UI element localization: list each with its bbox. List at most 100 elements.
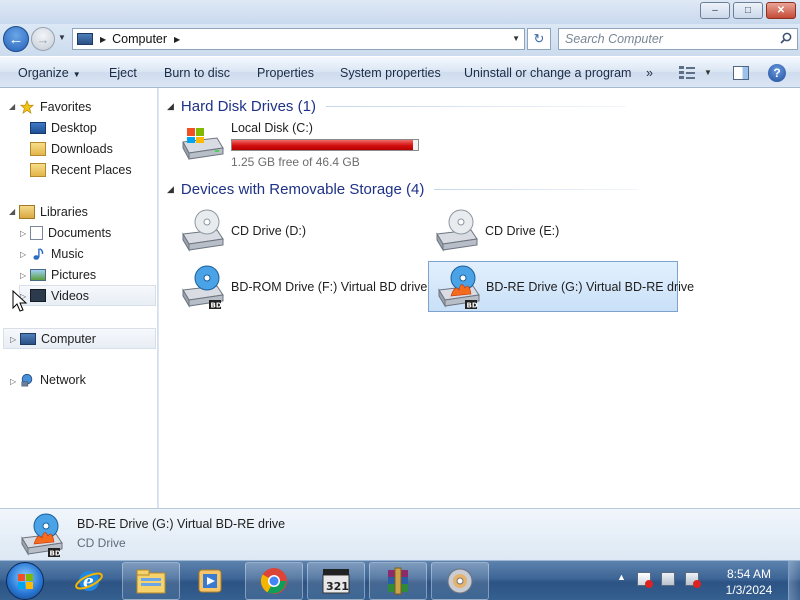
more-commands-button[interactable]: » xyxy=(646,66,653,80)
nav-music[interactable]: Music xyxy=(30,244,84,264)
group-divider xyxy=(325,106,626,107)
uninstall-program-button[interactable]: Uninstall or change a program xyxy=(464,66,631,80)
breadcrumb-computer[interactable]: Computer xyxy=(112,32,167,46)
address-bar[interactable]: ▶ Computer ▶ ▼ xyxy=(72,28,525,50)
details-pane: BD BD-RE Drive (G:) Virtual BD-RE drive … xyxy=(0,508,800,560)
taskbar: e 321 ▲ 8:54 AM 1/3/2024 xyxy=(0,560,800,600)
organize-label: Organize xyxy=(18,66,69,80)
collapse-arrow-icon: ◢ xyxy=(167,184,174,194)
nav-label: Downloads xyxy=(51,142,113,156)
burn-to-disc-button[interactable]: Burn to disc xyxy=(164,66,230,80)
eject-button[interactable]: Eject xyxy=(109,66,137,80)
volume-muted-icon[interactable] xyxy=(685,572,701,588)
chevron-down-icon: ▼ xyxy=(72,70,81,79)
breadcrumb-arrow-icon[interactable]: ▶ xyxy=(174,35,180,44)
clock[interactable]: 8:54 AM 1/3/2024 xyxy=(718,566,780,598)
group-header-removable-storage[interactable]: ◢ Devices with Removable Storage (4) xyxy=(167,181,640,198)
drive-g[interactable]: BD BD-RE Drive (G:) Virtual BD-RE drive xyxy=(428,261,694,312)
taskbar-internet-explorer[interactable]: e xyxy=(60,562,118,600)
system-tray: ▲ xyxy=(617,572,701,588)
collapsed-arrow-icon[interactable]: ▷ xyxy=(20,229,26,238)
command-bar: Organize ▼ Eject Burn to disc Properties … xyxy=(0,56,800,88)
bd-rom-drive-icon: BD xyxy=(182,265,224,310)
nav-favorites[interactable]: Favorites xyxy=(19,97,91,117)
nav-label: Computer xyxy=(41,331,96,346)
drive-d[interactable]: CD Drive (D:) xyxy=(173,206,423,256)
chrome-icon xyxy=(260,568,287,594)
help-button[interactable]: ? xyxy=(768,64,786,82)
nav-computer[interactable]: Computer xyxy=(3,328,156,349)
group-label: Hard Disk Drives (1) xyxy=(180,98,316,115)
refresh-button[interactable]: ↻ xyxy=(527,28,551,50)
taskbar-media-player-classic[interactable]: 321 xyxy=(307,562,365,600)
drive-name: BD-ROM Drive (F:) Virtual BD drive xyxy=(231,280,428,294)
properties-button[interactable]: Properties xyxy=(257,66,314,80)
nav-documents[interactable]: Documents xyxy=(30,223,111,243)
media-player-classic-icon: 321 xyxy=(322,569,350,594)
desktop-icon xyxy=(30,122,46,134)
drive-e[interactable]: CD Drive (E:) xyxy=(427,206,677,256)
view-options-icon xyxy=(679,66,695,79)
group-header-hard-disk-drives[interactable]: ◢ Hard Disk Drives (1) xyxy=(167,98,626,115)
search-icon[interactable] xyxy=(780,32,792,44)
taskbar-disc-burner[interactable] xyxy=(431,562,489,600)
nav-label: Desktop xyxy=(51,121,97,135)
drive-f[interactable]: BD BD-ROM Drive (F:) Virtual BD drive xyxy=(173,262,427,312)
network-status-icon[interactable] xyxy=(661,572,675,586)
expand-arrow-icon[interactable]: ◢ xyxy=(9,102,15,111)
drive-name: Local Disk (C:) xyxy=(231,121,313,135)
preview-pane-button[interactable] xyxy=(733,66,749,80)
system-properties-button[interactable]: System properties xyxy=(340,66,441,80)
svg-text:BD: BD xyxy=(211,302,222,310)
address-row: ← → ▼ ▶ Computer ▶ ▼ ↻ xyxy=(0,24,800,56)
expand-arrow-icon[interactable]: ◢ xyxy=(9,207,15,216)
media-player-icon xyxy=(198,569,222,593)
show-desktop-button[interactable] xyxy=(788,561,800,600)
maximize-button[interactable]: □ xyxy=(733,2,763,19)
search-input[interactable] xyxy=(565,32,765,46)
taskbar-media-player[interactable] xyxy=(181,562,239,600)
forward-button[interactable]: → xyxy=(31,27,55,51)
capacity-bar xyxy=(231,139,419,151)
drive-name: CD Drive (E:) xyxy=(485,224,560,238)
collapsed-arrow-icon[interactable]: ▷ xyxy=(10,335,16,344)
drive-name: BD-RE Drive (G:) Virtual BD-RE drive xyxy=(486,279,695,294)
show-hidden-icons-button[interactable]: ▲ xyxy=(617,572,627,586)
collapsed-arrow-icon[interactable]: ▷ xyxy=(20,250,26,259)
downloads-folder-icon xyxy=(30,142,46,156)
pictures-icon xyxy=(30,269,46,281)
organize-menu[interactable]: Organize ▼ xyxy=(18,66,81,80)
clock-time: 8:54 AM xyxy=(726,567,772,581)
breadcrumb-arrow-icon[interactable]: ▶ xyxy=(100,35,106,44)
svg-text:BD: BD xyxy=(50,550,61,558)
change-view-button[interactable]: ▼ xyxy=(679,66,712,79)
start-button[interactable] xyxy=(6,562,44,600)
bd-re-drive-icon: BD xyxy=(21,513,63,558)
back-button[interactable]: ← xyxy=(3,26,29,52)
collapsed-arrow-icon[interactable]: ▷ xyxy=(10,377,16,386)
nav-label: Favorites xyxy=(40,100,92,114)
nav-libraries[interactable]: Libraries xyxy=(19,202,88,222)
nav-pictures[interactable]: Pictures xyxy=(30,265,96,285)
nav-recent-places[interactable]: Recent Places xyxy=(30,160,132,180)
mouse-cursor-icon xyxy=(12,290,28,312)
taskbar-winrar[interactable] xyxy=(369,562,427,600)
svg-text:BD: BD xyxy=(467,302,478,310)
taskbar-windows-explorer[interactable] xyxy=(122,562,180,600)
libraries-icon xyxy=(19,205,35,219)
collapsed-arrow-icon[interactable]: ▷ xyxy=(20,271,26,280)
nav-network[interactable]: Network xyxy=(19,370,86,390)
free-space-text: 1.25 GB free of 46.4 GB xyxy=(231,155,360,169)
search-box[interactable] xyxy=(558,28,798,50)
nav-desktop[interactable]: Desktop xyxy=(30,118,97,138)
svg-text:321: 321 xyxy=(326,580,349,593)
minimize-button[interactable]: – xyxy=(700,2,730,19)
nav-videos[interactable]: Videos xyxy=(19,285,156,306)
taskbar-chrome[interactable] xyxy=(245,562,303,600)
nav-downloads[interactable]: Downloads xyxy=(30,139,113,159)
drive-c[interactable]: Local Disk (C:) 1.25 GB free of 46.4 GB xyxy=(173,120,433,170)
action-center-flag-icon[interactable] xyxy=(637,572,653,588)
close-button[interactable]: ✕ xyxy=(766,2,796,19)
recent-pages-dropdown[interactable]: ▼ xyxy=(58,33,66,42)
address-dropdown-icon[interactable]: ▼ xyxy=(512,34,520,43)
